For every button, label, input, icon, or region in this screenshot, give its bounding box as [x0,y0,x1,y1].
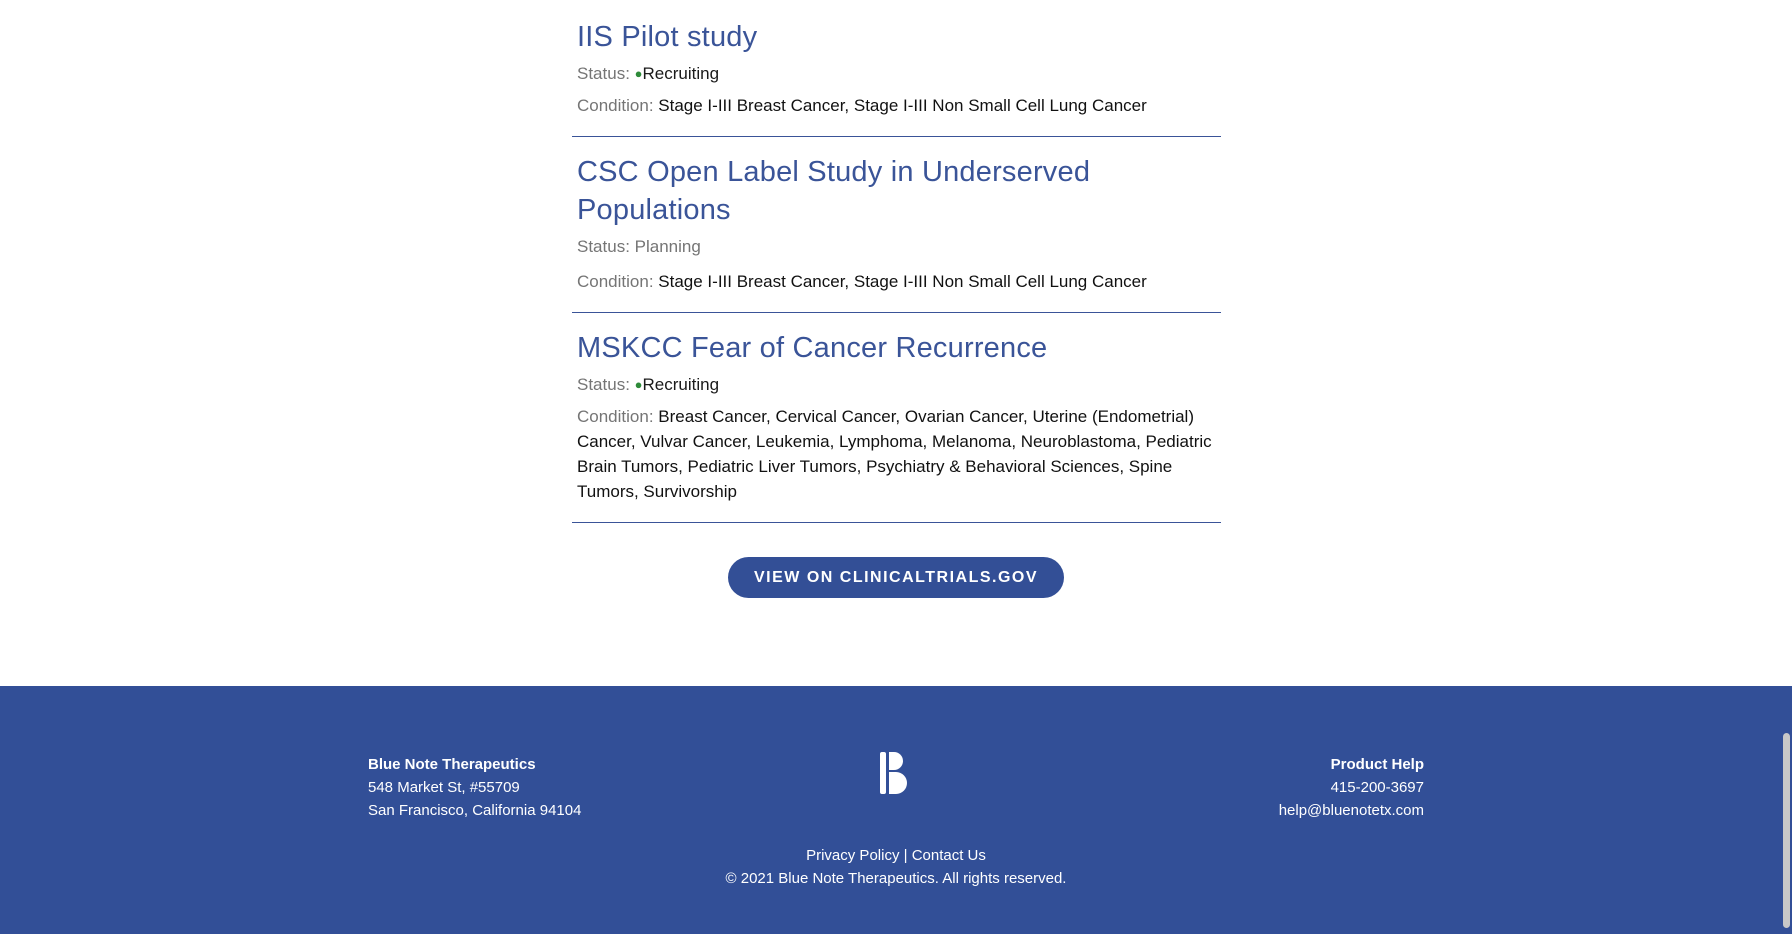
product-help-heading: Product Help [1330,756,1424,773]
footer-link-separator: | [899,847,912,864]
study-title[interactable]: MSKCC Fear of Cancer Recurrence [577,329,1216,367]
product-help-phone[interactable]: 415-200-3697 [1279,776,1424,799]
footer-links: Privacy Policy | Contact Us [0,844,1792,867]
study-status: Status: Planning [577,235,1216,259]
status-label: Status: [577,237,635,256]
study-item: CSC Open Label Study in Underserved Popu… [572,137,1221,313]
footer-company-name: Blue Note Therapeutics [368,756,536,773]
scrollbar-thumb[interactable] [1783,733,1790,928]
status-value: Recruiting [642,64,720,83]
contact-us-link[interactable]: Contact Us [912,847,986,864]
page: IIS Pilot study Status: ●Recruiting Cond… [0,0,1792,934]
study-list: IIS Pilot study Status: ●Recruiting Cond… [572,0,1221,523]
condition-value: Stage I-III Breast Cancer, Stage I-III N… [658,96,1147,115]
status-value: Planning [634,237,701,256]
status-value: Recruiting [642,375,720,394]
study-condition: Condition: Breast Cancer, Cervical Cance… [577,404,1216,504]
footer-address: Blue Note Therapeutics 548 Market St, #5… [368,753,581,822]
site-footer: Blue Note Therapeutics 548 Market St, #5… [0,686,1792,934]
study-title[interactable]: CSC Open Label Study in Underserved Popu… [577,153,1216,229]
condition-label: Condition: [577,96,659,115]
study-item: IIS Pilot study Status: ●Recruiting Cond… [572,0,1221,137]
study-condition: Condition: Stage I-III Breast Cancer, St… [577,93,1216,118]
copyright-text: © 2021 Blue Note Therapeutics. All right… [725,870,1067,887]
status-label: Status: [577,375,635,394]
study-status: Status: ●Recruiting [577,62,1216,87]
page-scrollbar[interactable] [1778,0,1792,934]
condition-value: Stage I-III Breast Cancer, Stage I-III N… [658,272,1147,291]
study-status: Status: ●Recruiting [577,373,1216,398]
study-condition: Condition: Stage I-III Breast Cancer, St… [577,269,1216,294]
study-item: MSKCC Fear of Cancer Recurrence Status: … [572,313,1221,523]
cta-container: VIEW ON CLINICALTRIALS.GOV [0,557,1792,598]
view-on-clinicaltrials-button[interactable]: VIEW ON CLINICALTRIALS.GOV [727,557,1065,598]
privacy-policy-link[interactable]: Privacy Policy [806,847,899,864]
condition-label: Condition: [577,272,659,291]
footer-product-help: Product Help 415-200-3697 help@bluenotet… [1279,753,1424,822]
footer-address-line1: 548 Market St, #55709 [368,779,520,796]
footer-address-line2: San Francisco, California 94104 [368,802,582,819]
footer-legal: Privacy Policy | Contact Us © 2021 Blue … [0,844,1792,890]
condition-label: Condition: [577,407,659,426]
product-help-email[interactable]: help@bluenotetx.com [1279,799,1424,822]
condition-value: Breast Cancer, Cervical Cancer, Ovarian … [577,407,1212,501]
recruiting-dot-icon: ● [634,377,643,392]
recruiting-dot-icon: ● [634,66,643,81]
status-label: Status: [577,64,635,83]
study-title[interactable]: IIS Pilot study [577,18,1216,56]
blue-note-logo-icon[interactable] [880,752,912,794]
